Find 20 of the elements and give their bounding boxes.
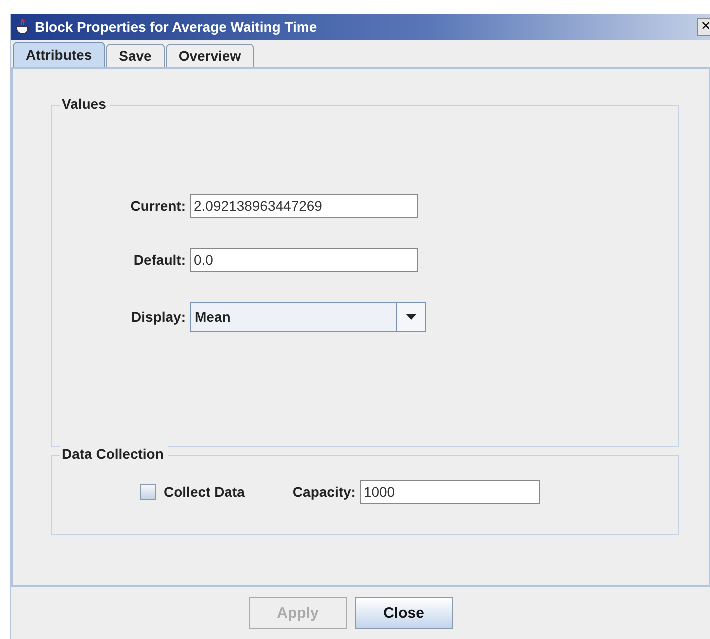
text-field[interactable]: 1000: [360, 480, 540, 504]
dropdown[interactable]: Mean: [190, 302, 426, 332]
group-title: Data Collection: [60, 446, 168, 462]
checkbox-label: Collect Data: [164, 484, 245, 500]
group-title: Values: [60, 96, 110, 112]
tab[interactable]: Save: [106, 44, 165, 67]
checkbox[interactable]: [140, 484, 156, 500]
field-label: Default:: [132, 252, 186, 268]
window-title: Block Properties for Average Waiting Time: [35, 19, 318, 35]
text-field[interactable]: 2.092138963447269: [190, 194, 418, 218]
caret-icon: [406, 314, 416, 320]
tab[interactable]: Attributes: [13, 42, 106, 67]
field-label: Current:: [130, 198, 186, 214]
field-label: Capacity:: [292, 484, 356, 500]
dialog-button[interactable]: Close: [355, 597, 453, 629]
text-field[interactable]: 0.0: [190, 248, 418, 272]
close-icon[interactable]: ×: [697, 18, 710, 36]
field-label: Display:: [130, 309, 186, 325]
cup-icon: [15, 18, 31, 36]
tab[interactable]: Overview: [166, 44, 254, 67]
